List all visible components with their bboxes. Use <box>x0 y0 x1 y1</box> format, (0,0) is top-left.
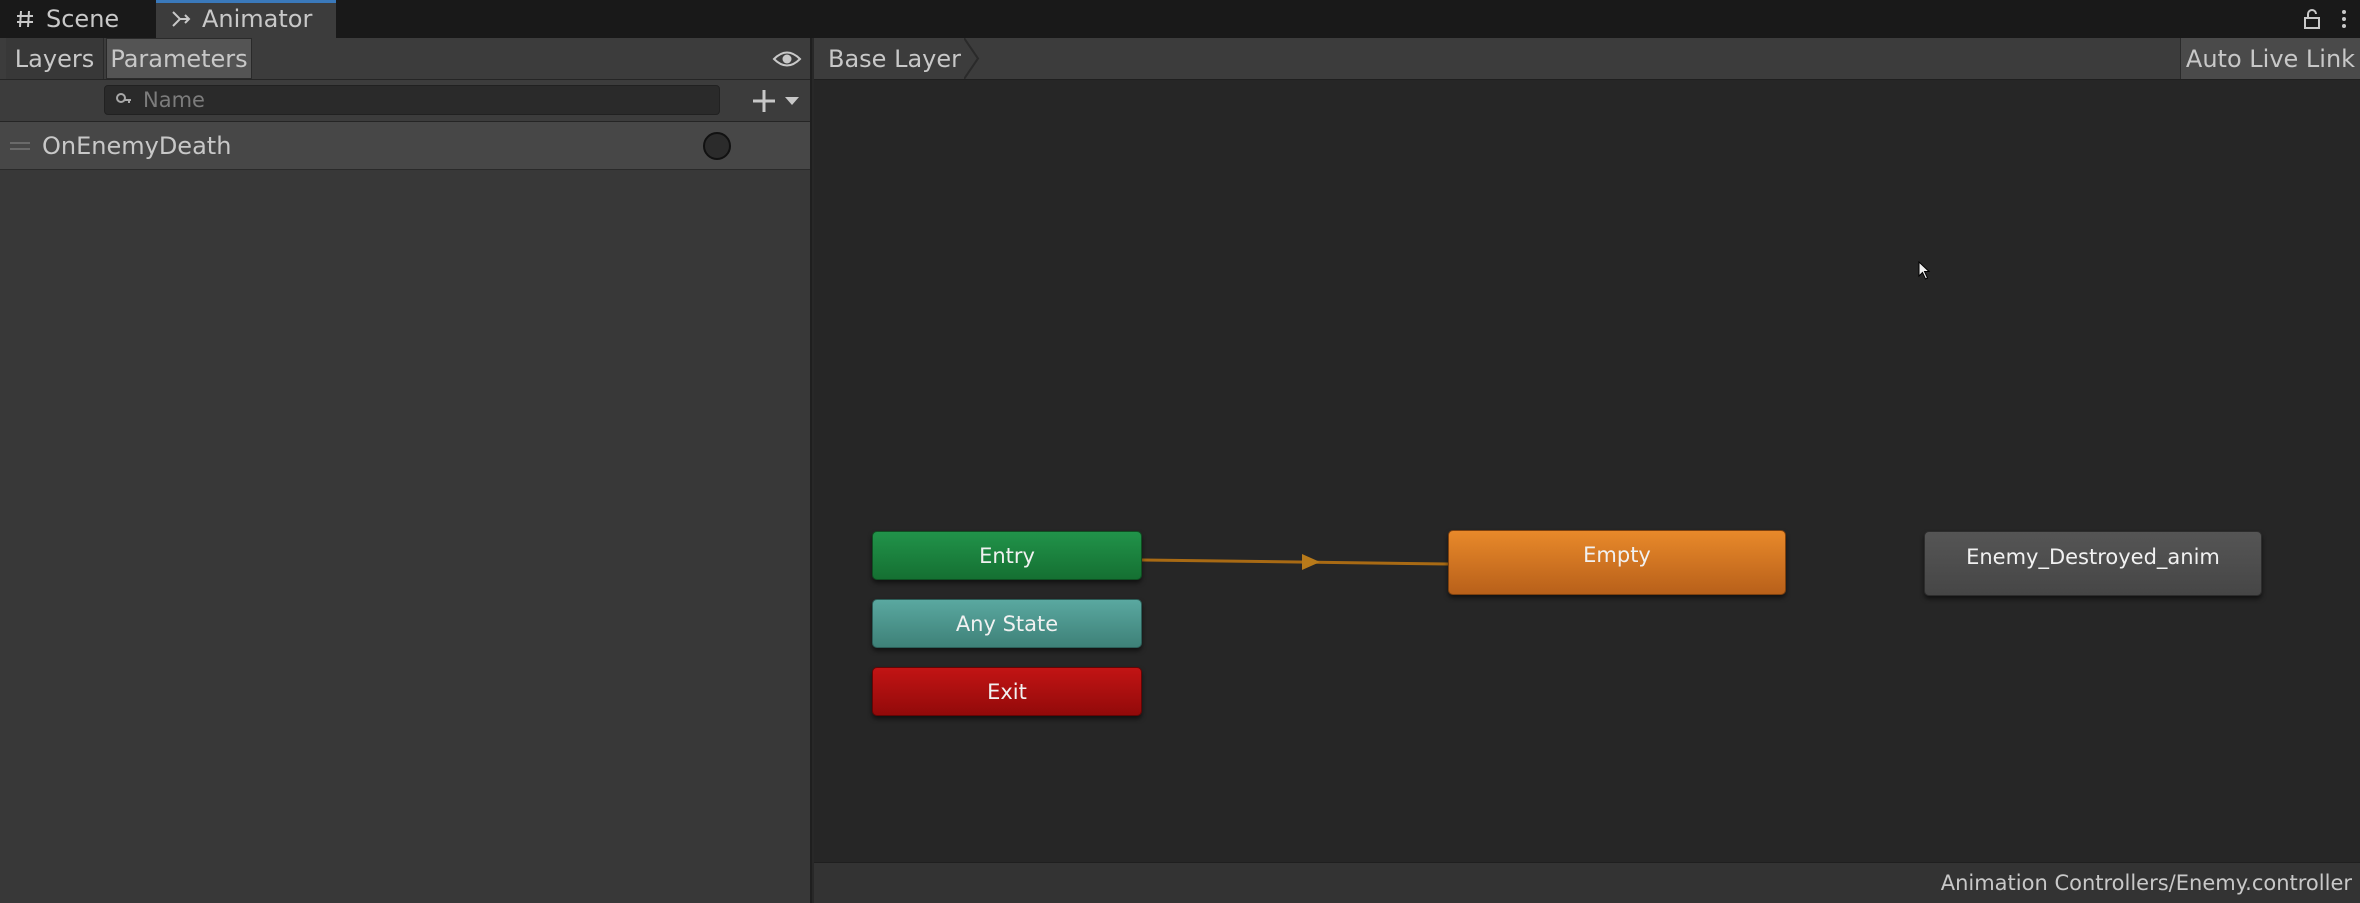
editor-tab-bar: Scene Animator <box>0 0 2360 38</box>
tab-scene[interactable]: Scene <box>0 0 155 38</box>
search-icon <box>116 93 131 103</box>
tab-scene-label: Scene <box>46 5 120 33</box>
breadcrumb-arrow-icon <box>964 38 980 79</box>
tab-parameters[interactable]: Parameters <box>106 38 252 79</box>
plus-icon <box>753 90 775 112</box>
transition-arrow[interactable] <box>814 80 2360 902</box>
empty-state-label: Empty <box>1583 543 1651 567</box>
parameters-panel: Layers Parameters OnEnemyDeath <box>0 38 812 903</box>
drag-handle-icon[interactable] <box>10 141 30 151</box>
tab-animator-label: Animator <box>202 5 313 33</box>
graph-toolbar: Base Layer Auto Live Link <box>814 38 2360 80</box>
controller-path: Animation Controllers/Enemy.controller <box>1940 871 2352 895</box>
empty-state-node[interactable]: Empty <box>1448 530 1786 595</box>
hash-icon <box>17 10 33 28</box>
tab-layers[interactable]: Layers <box>6 38 104 79</box>
search-input[interactable] <box>143 88 703 112</box>
parameter-search-row <box>0 80 810 122</box>
status-bar: Animation Controllers/Enemy.controller <box>814 862 2360 903</box>
parameter-row[interactable]: OnEnemyDeath <box>0 122 810 170</box>
exit-node-label: Exit <box>987 679 1027 704</box>
search-field[interactable] <box>104 85 720 115</box>
animator-icon <box>172 11 191 27</box>
parameter-name[interactable]: OnEnemyDeath <box>42 122 231 170</box>
entry-node[interactable]: Entry <box>872 531 1142 580</box>
exit-node[interactable]: Exit <box>872 667 1142 716</box>
tab-bar-controls <box>2302 0 2360 38</box>
entry-node-label: Entry <box>979 543 1035 568</box>
any-state-node-label: Any State <box>955 611 1059 636</box>
lock-icon[interactable] <box>2302 8 2322 30</box>
chevron-down-icon <box>785 97 799 105</box>
mouse-cursor-icon <box>1918 261 1931 280</box>
more-vertical-icon[interactable] <box>2340 8 2348 30</box>
panel-toolbar: Layers Parameters <box>0 38 810 80</box>
enemy-destroyed-state-label: Enemy_Destroyed_anim <box>1966 545 2220 569</box>
enemy-destroyed-state-node[interactable]: Enemy_Destroyed_anim <box>1924 531 2262 596</box>
add-parameter-button[interactable] <box>750 86 806 116</box>
tab-animator[interactable]: Animator <box>156 0 336 38</box>
animator-graph-panel: Base Layer Auto Live Link Entry Any Stat… <box>814 38 2360 903</box>
breadcrumb[interactable]: Base Layer <box>814 38 984 79</box>
trigger-toggle[interactable] <box>703 132 731 160</box>
auto-live-link-button[interactable]: Auto Live Link <box>2180 38 2360 79</box>
any-state-node[interactable]: Any State <box>872 599 1142 648</box>
eye-icon[interactable] <box>772 46 802 72</box>
state-machine-canvas[interactable]: Entry Any State Exit Empty Enemy_Destroy… <box>814 80 2360 902</box>
breadcrumb-label: Base Layer <box>828 44 961 73</box>
